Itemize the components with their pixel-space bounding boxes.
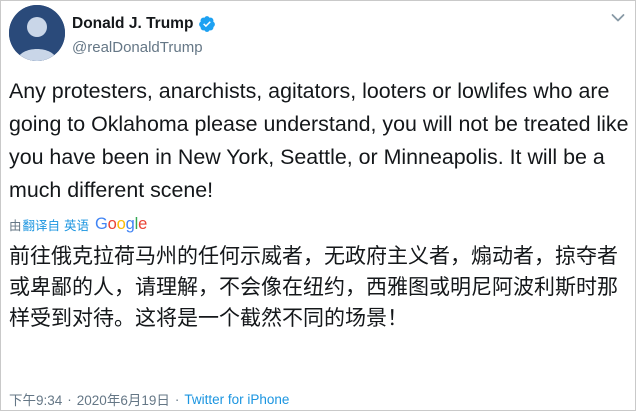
avatar[interactable] [9,5,65,61]
tweet-header: Donald J. Trump @realDonaldTrump [9,5,625,61]
google-logo: Google [95,214,148,233]
tweet-meta: 下午9:34 · 2020年6月19日 · Twitter for iPhone [9,389,289,409]
author-block[interactable]: Donald J. Trump @realDonaldTrump [72,14,216,56]
tweet-date[interactable]: 2020年6月19日 [77,389,170,409]
avatar-placeholder-icon [9,5,65,61]
tweet-source-link[interactable]: Twitter for iPhone [184,392,289,407]
translation-prefix: 由 [9,217,22,233]
chevron-down-icon[interactable] [611,13,625,23]
tweet-text-english: Any protesters, anarchists, agitators, l… [9,79,629,202]
user-handle[interactable]: @realDonaldTrump [72,39,216,56]
tweet-time[interactable]: 下午9:34 [9,389,62,409]
translated-from-link[interactable]: 翻译自 英语 [23,215,89,234]
meta-separator: · [67,391,72,407]
tweet-card: Donald J. Trump @realDonaldTrump Any pro… [0,0,636,411]
verified-badge-icon [199,16,216,32]
meta-separator: · [174,391,180,407]
tweet-text-translation: 前往俄克拉荷马州的任何示威者，无政府主义者，煽动者，掠夺者或卑鄙的人，请理解，不… [9,244,618,330]
translation-attribution: 由 翻译自 英语 Google [9,213,147,235]
display-name[interactable]: Donald J. Trump [72,15,193,33]
